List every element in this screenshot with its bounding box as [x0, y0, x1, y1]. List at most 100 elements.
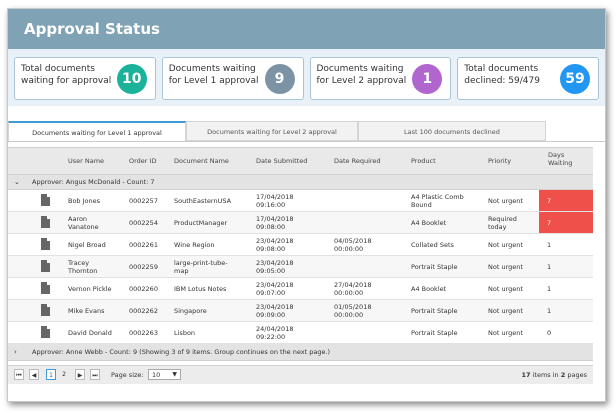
- card-label: Documents waiting: [316, 64, 404, 74]
- cell-required: 04/05/2018 00:00:00: [334, 237, 371, 253]
- page-title: Approval Status: [8, 9, 605, 49]
- items-summary: 17 items in 2 pages: [521, 371, 587, 379]
- document-icon: [41, 304, 50, 316]
- cell-user: Aaron Vanatone: [68, 215, 99, 231]
- cell-time: 00:00:00: [334, 311, 364, 319]
- col-date-submitted[interactable]: Date Submitted: [256, 157, 307, 165]
- group-row[interactable]: › Approver: Anne Webb - Count: 9 (Showin…: [8, 344, 593, 361]
- cell-date: 27/04/2018: [334, 281, 372, 289]
- days-value: 1: [547, 263, 552, 271]
- cell-submitted: 23/04/2018 09:09:00: [256, 303, 293, 319]
- cell-date: 04/05/2018: [334, 237, 372, 245]
- cell-date: 23/04/2018: [256, 303, 294, 311]
- page-1-button[interactable]: 1: [46, 369, 56, 380]
- chevron-down-icon[interactable]: ⌄: [14, 175, 20, 189]
- cell-submitted: 23/04/2018 09:05:00: [256, 259, 293, 275]
- cell-time: 09:07:00: [256, 289, 286, 297]
- cell-priority: Required today: [488, 215, 517, 231]
- card-label: Total documents: [464, 64, 539, 74]
- card-label: declined: 59/479: [464, 76, 540, 86]
- tab-level1[interactable]: Documents waiting for Level 1 approval: [8, 121, 186, 141]
- cell-product: Collated Sets: [411, 241, 454, 249]
- col-document-name[interactable]: Document Name: [174, 157, 229, 165]
- document-icon: [41, 216, 50, 228]
- tab-level2[interactable]: Documents waiting for Level 2 approval: [186, 121, 358, 141]
- cell-user: David Donald: [68, 329, 112, 337]
- tab-declined[interactable]: Last 100 documents declined: [358, 121, 546, 141]
- cell-user: Vernon Pickle: [68, 285, 112, 293]
- cell-document: IBM Lotus Notes: [174, 285, 227, 293]
- cell-priority: Not urgent: [488, 285, 523, 293]
- document-icon: [41, 282, 50, 294]
- cell-product: Portrait Staple: [411, 307, 458, 315]
- document-icon: [41, 260, 50, 272]
- cell-priority: Not urgent: [488, 307, 523, 315]
- col-date-required[interactable]: Date Required: [334, 157, 381, 165]
- card-label: waiting for approval: [21, 76, 112, 86]
- table-row[interactable]: Aaron Vanatone 0002254 ProductManager 17/…: [8, 212, 593, 234]
- pager: ⏮ ◀ 1 2 ▶ ⏭ Page size: 10 ▼ 17 items in 2…: [8, 365, 593, 384]
- table-row[interactable]: Nigel Broad 0002261 Wine Region 23/04/20…: [8, 234, 593, 256]
- cell-document: large-print-tube-map: [174, 259, 228, 275]
- cell-date: 17/04/2018: [256, 215, 294, 223]
- page-2-button[interactable]: 2: [59, 369, 69, 380]
- days-value: 1: [547, 285, 552, 293]
- cell-order: 0002261: [129, 241, 158, 249]
- card-level1-waiting[interactable]: Documents waiting for Level 1 approval 9: [161, 57, 304, 100]
- cell-date: 23/04/2018: [256, 259, 294, 267]
- document-icon: [41, 238, 50, 250]
- document-icon: [41, 194, 50, 206]
- next-page-button[interactable]: ▶: [75, 369, 85, 380]
- first-page-button[interactable]: ⏮: [14, 369, 24, 380]
- pages-count: 2: [560, 371, 566, 379]
- page-size-select[interactable]: 10 ▼: [148, 369, 181, 380]
- cell-date: 01/05/2018: [334, 303, 372, 311]
- count-badge: 9: [264, 64, 295, 94]
- group-row[interactable]: ⌄ Approver: Angus McDonald - Count: 7: [8, 175, 593, 190]
- cell-submitted: 17/04/2018 09:16:00: [256, 193, 293, 209]
- chevron-right-icon[interactable]: ›: [14, 344, 17, 360]
- col-days-label: Waiting: [548, 159, 573, 167]
- col-priority[interactable]: Priority: [488, 157, 511, 165]
- col-user-name[interactable]: User Name: [68, 157, 104, 165]
- cell-document-line: map: [174, 267, 189, 275]
- table-row[interactable]: Bob Jones 0002257 SouthEasternUSA 17/04/…: [8, 190, 593, 212]
- cell-time: 09:08:00: [256, 223, 286, 231]
- days-value: 0: [547, 329, 552, 337]
- cell-product: A4 Plastic Comb Bound: [411, 193, 464, 209]
- cell-priority: Not urgent: [488, 197, 523, 205]
- cell-date: 23/04/2018: [256, 237, 294, 245]
- items-count: 17: [521, 371, 531, 379]
- card-total-waiting[interactable]: Total documents waiting for approval 10: [14, 57, 156, 100]
- cell-time: 09:08:00: [256, 245, 286, 253]
- days-value: 7: [547, 219, 552, 227]
- cell-time: 00:00:00: [334, 245, 364, 253]
- cell-order: 0002259: [129, 263, 158, 271]
- days-value: 1: [547, 307, 552, 315]
- table-row[interactable]: David Donald 0002263 Lisbon 24/04/2018 09…: [8, 322, 593, 344]
- card-level2-waiting[interactable]: Documents waiting for Level 2 approval 1: [309, 57, 452, 100]
- cell-product-line: Bound: [411, 201, 432, 209]
- col-order-id[interactable]: Order ID: [129, 157, 156, 165]
- documents-grid: User Name Order ID Document Name Date Su…: [8, 147, 593, 361]
- group-label: Approver: Anne Webb - Count: 9 (Showing …: [32, 348, 331, 356]
- cell-user: Nigel Broad: [68, 241, 106, 249]
- cell-user-line: Thornton: [68, 267, 98, 275]
- table-row[interactable]: Vernon Pickle 0002260 IBM Lotus Notes 23…: [8, 278, 593, 300]
- card-declined[interactable]: Total documents declined: 59/479 59: [457, 57, 599, 100]
- col-days-waiting[interactable]: Days Waiting: [548, 151, 572, 167]
- last-page-button[interactable]: ⏭: [90, 369, 100, 380]
- days-value: 7: [547, 197, 552, 205]
- table-row[interactable]: Tracey Thornton 0002259 large-print-tube-…: [8, 256, 593, 278]
- chevron-down-icon: ▼: [172, 371, 177, 378]
- cell-order: 0002260: [129, 285, 158, 293]
- table-row[interactable]: Mike Evans 0002262 Singapore 23/04/2018 0…: [8, 300, 593, 322]
- prev-page-button[interactable]: ◀: [29, 369, 39, 380]
- cell-document-line: large-print-tube-: [174, 259, 228, 267]
- cell-date: 23/04/2018: [256, 281, 294, 289]
- col-product[interactable]: Product: [411, 157, 436, 165]
- card-label: Total documents: [21, 64, 95, 74]
- cell-time: 09:05:00: [256, 267, 286, 275]
- card-label: for Level 2 approval: [316, 76, 407, 86]
- cell-document: Singapore: [174, 307, 207, 315]
